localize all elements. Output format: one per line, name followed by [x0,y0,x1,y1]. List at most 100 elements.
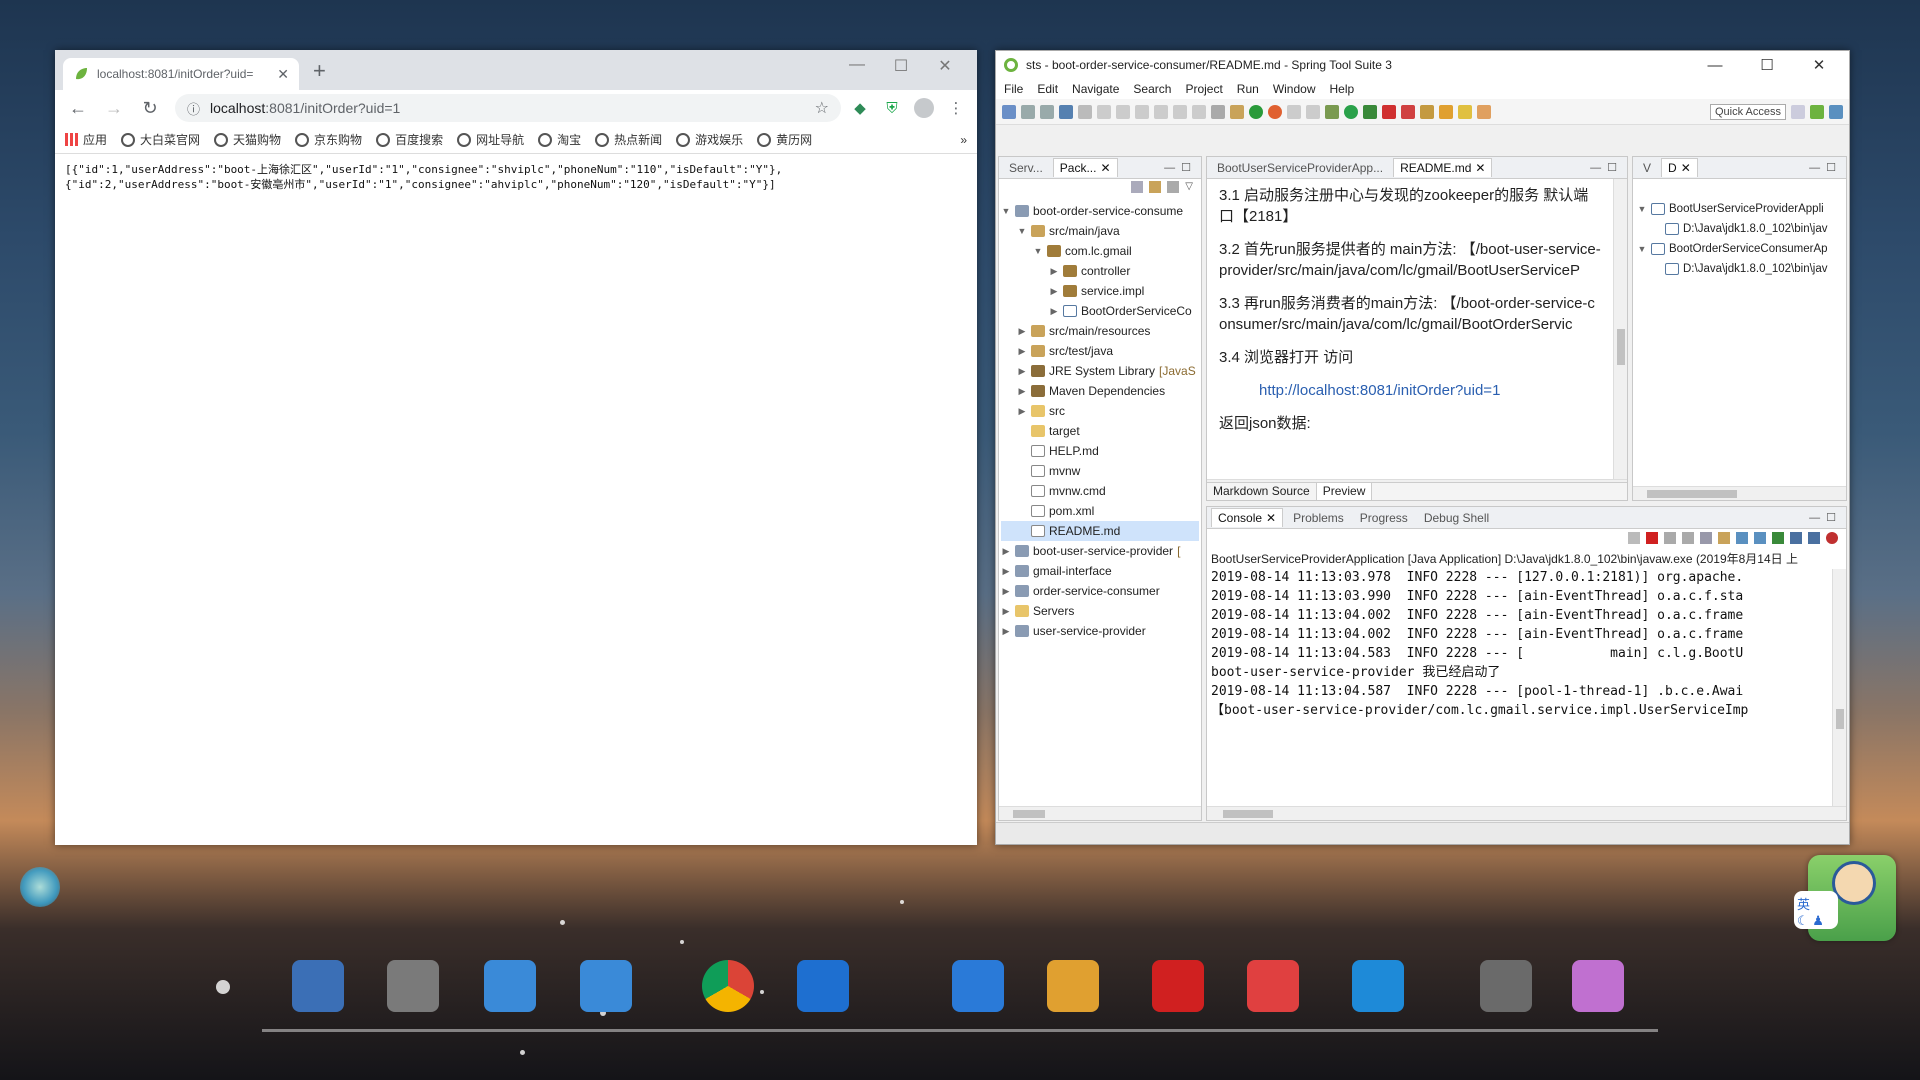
build-icon[interactable] [1230,104,1244,119]
menu-window[interactable]: Window [1273,82,1316,96]
menu-navigate[interactable]: Navigate [1072,82,1119,96]
tree-item[interactable]: mvnw.cmd [1001,481,1199,501]
tab-package-explorer[interactable]: Pack... ✕ [1052,158,1118,177]
menu-project[interactable]: Project [1185,82,1222,96]
run-icon[interactable] [1344,104,1358,119]
pinwheel-icon[interactable] [1047,960,1099,1012]
tab-debug-shell[interactable]: Debug Shell [1418,509,1495,527]
expand-icon[interactable]: ▶ [1001,601,1011,621]
show-stderr-icon[interactable] [1754,532,1766,544]
la-pin-icon[interactable] [1247,960,1299,1012]
tree-item[interactable]: ▶ user-service-provider [1001,621,1199,641]
tree-item[interactable]: HELP.md [1001,441,1199,461]
show-stdout-icon[interactable] [1736,532,1748,544]
relaunch-icon[interactable] [1268,104,1282,119]
save-all-icon[interactable] [1040,104,1054,119]
bookmark-item[interactable]: 热点新闻 [595,131,662,148]
step-over-icon[interactable] [1192,104,1206,119]
it-app-icon[interactable] [1152,960,1204,1012]
suspend-icon[interactable] [1116,104,1130,119]
tab-markdown-source[interactable]: Markdown Source [1207,483,1317,500]
expand-icon[interactable]: ▼ [1017,221,1027,241]
close-icon[interactable]: ✕ [1681,161,1691,175]
skip-icon[interactable] [1078,104,1092,119]
tab-boot-user-app[interactable]: BootUserServiceProviderApp... [1211,159,1389,177]
tree-item[interactable]: ▶ order-service-consumer [1001,581,1199,601]
expand-icon[interactable]: ▶ [1001,561,1011,581]
paragraph-icon[interactable] [1306,104,1320,119]
close-icon[interactable]: ✕ [1100,161,1110,175]
expand-icon[interactable]: ▶ [1001,541,1011,561]
save-icon[interactable] [1021,104,1035,119]
toggle-icon[interactable] [1211,104,1225,119]
tree-item[interactable]: ▶ src/main/resources [1001,321,1199,341]
info-icon[interactable]: ⓘ [187,99,200,118]
tab-debug[interactable]: D ✕ [1661,158,1698,177]
bookmark-item[interactable]: 天猫购物 [214,131,281,148]
tab-progress[interactable]: Progress [1354,509,1414,527]
menu-icon[interactable]: ⋮ [943,95,969,121]
avatar[interactable] [911,95,937,121]
new-tab-button[interactable]: + [313,60,326,82]
menu-run[interactable]: Run [1237,82,1259,96]
expand-icon[interactable]: ▼ [1637,199,1647,219]
expand-icon[interactable]: ▶ [1049,301,1059,321]
debug-item[interactable]: ▼ BootUserServiceProviderAppli [1635,199,1844,219]
tree-item[interactable]: ▶ src [1001,401,1199,421]
bookmark-item[interactable]: 京东购物 [295,131,362,148]
expand-icon[interactable]: ▶ [1017,381,1027,401]
format-icon[interactable] [1287,104,1301,119]
bookmark-item[interactable]: 游戏娱乐 [676,131,743,148]
vertical-scrollbar[interactable] [1832,569,1846,809]
servers-icon[interactable] [1401,104,1415,119]
bookmark-item[interactable]: 网址导航 [457,131,524,148]
bookmark-item[interactable]: 淘宝 [538,131,581,148]
pin-icon[interactable] [1628,532,1640,544]
coverage-icon[interactable] [1363,104,1377,119]
remove-all-icon[interactable] [1682,532,1694,544]
browser-tab[interactable]: localhost:8081/initOrder?uid= ✕ [63,58,299,90]
tree-item[interactable]: ▶ JRE System Library [JavaS [1001,361,1199,381]
bookmark-star-icon[interactable]: ☆ [815,98,829,118]
tree-item[interactable]: target [1001,421,1199,441]
expand-icon[interactable]: ▶ [1017,341,1027,361]
expand-icon[interactable]: ▶ [1049,281,1059,301]
view-controls[interactable]: —☐ [1809,161,1842,174]
tools-icon[interactable] [1572,960,1624,1012]
tree-item[interactable]: mvnw [1001,461,1199,481]
tree-item[interactable]: ▶ gmail-interface [1001,561,1199,581]
close-icon[interactable]: ✕ [1266,511,1276,525]
tree-item[interactable]: pom.xml [1001,501,1199,521]
shield-icon[interactable]: ⛨ [879,95,905,121]
minimize-button[interactable]: — [837,56,877,74]
tab-preview[interactable]: Preview [1316,483,1373,500]
quick-access-input[interactable]: Quick Access [1709,103,1786,120]
pin-console-icon[interactable] [1772,532,1784,544]
tree-item[interactable]: ▶ boot-user-service-provider[ [1001,541,1199,561]
search-icon[interactable] [1352,960,1404,1012]
bookmark-item[interactable]: 大白菜官网 [121,131,200,148]
tree-item[interactable]: ▶ BootOrderServiceCo [1001,301,1199,321]
assistant-widget[interactable]: 英 ☾ ♟ [1794,855,1896,941]
tab-readme[interactable]: README.md ✕ [1393,158,1493,177]
maximize-button[interactable]: ☐ [1745,56,1789,74]
filter-icon[interactable] [1167,181,1180,193]
back-icon[interactable]: ← [63,94,93,122]
open-type-icon[interactable] [1420,104,1434,119]
tree-item[interactable]: ▶ Maven Dependencies [1001,381,1199,401]
view-controls[interactable]: —☐ [1809,511,1842,524]
close-icon[interactable]: ✕ [1475,161,1485,175]
clear-console-icon[interactable] [1700,532,1712,544]
extension-icon[interactable]: ◆ [847,95,873,121]
expand-icon[interactable]: ▼ [1001,201,1011,221]
ie-folder-icon[interactable] [484,960,536,1012]
menu-help[interactable]: Help [1330,82,1355,96]
windows-store-icon[interactable] [952,960,1004,1012]
terminal-icon[interactable] [1059,104,1073,119]
windows-icon[interactable] [1480,960,1532,1012]
files-icon[interactable] [387,960,439,1012]
chrome-icon[interactable] [702,960,754,1012]
remove-launch-icon[interactable] [1664,532,1676,544]
horizontal-scrollbar[interactable] [1207,806,1846,820]
expand-icon[interactable]: ▼ [1637,239,1647,259]
